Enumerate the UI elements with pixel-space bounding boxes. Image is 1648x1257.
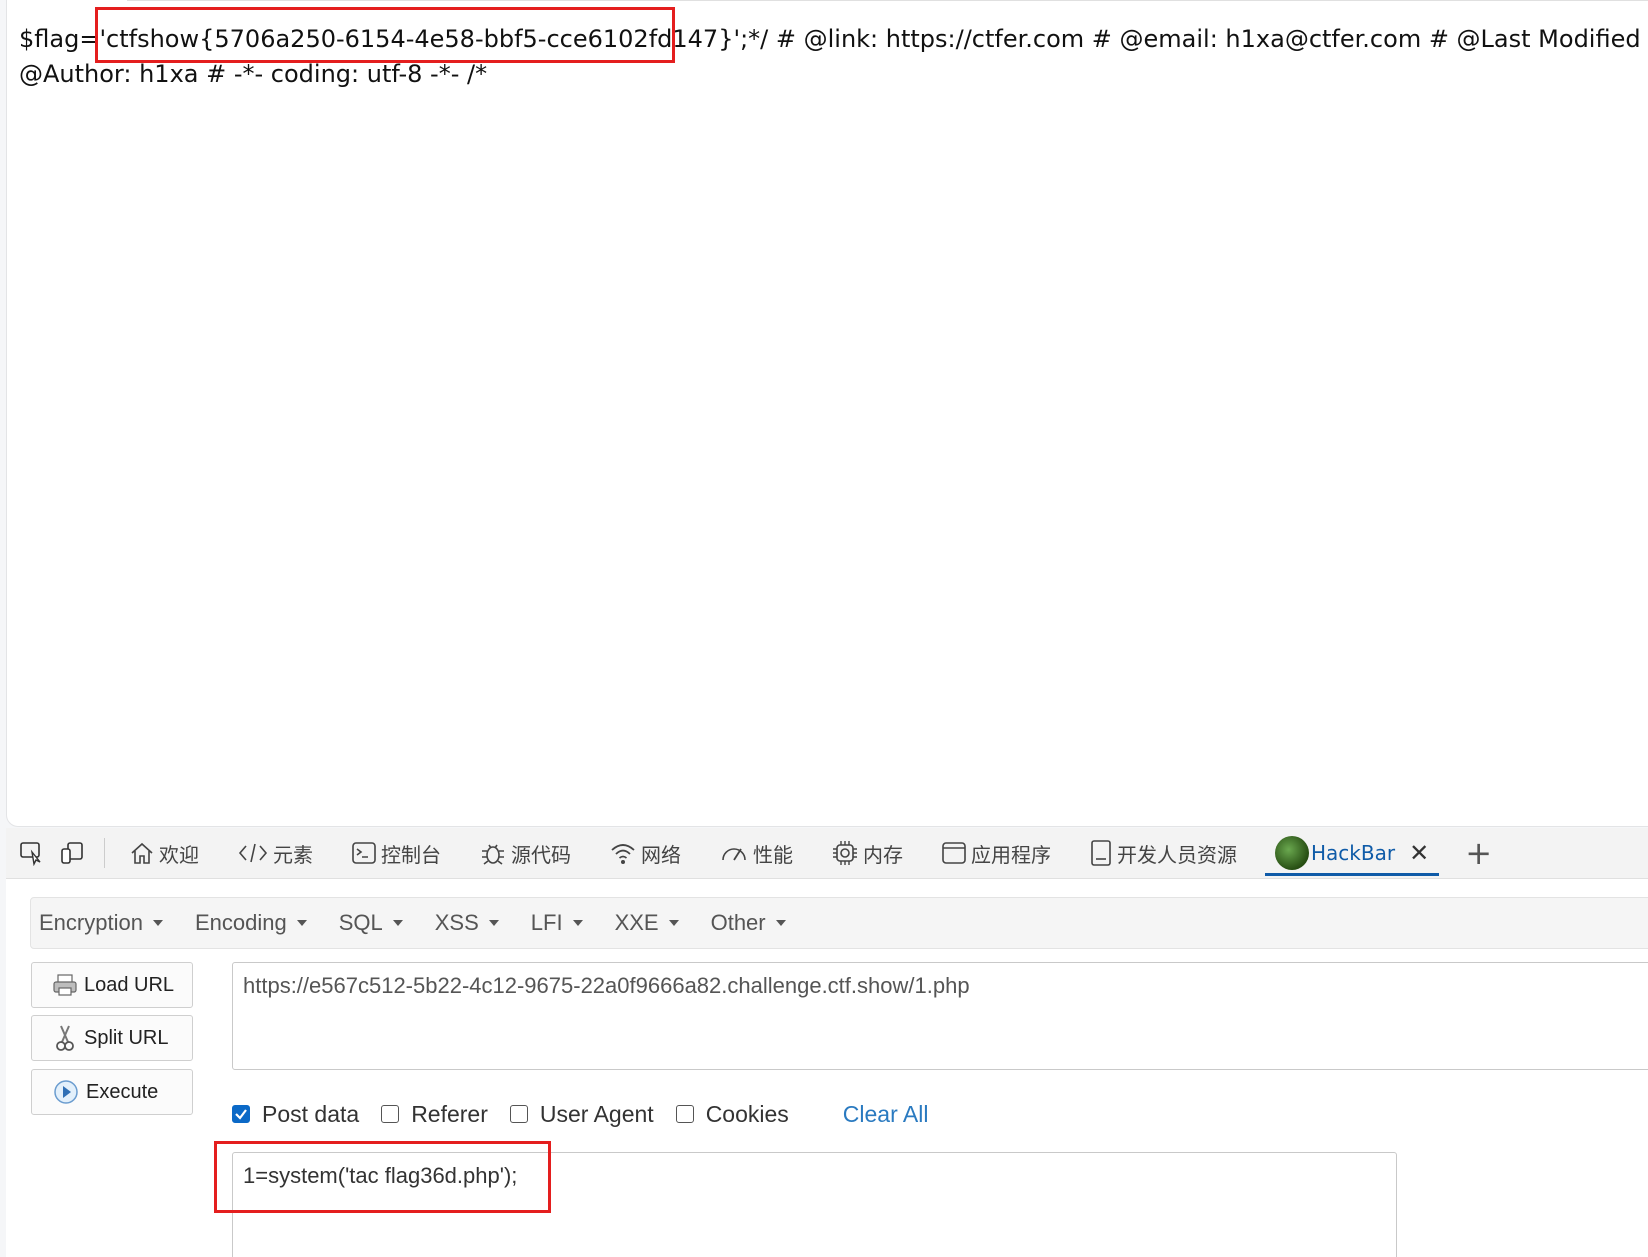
tab-label: 元素 (273, 842, 313, 867)
options-row: Post data Referer User Agent Cookies Cle… (232, 1097, 928, 1131)
tab-label: 源代码 (511, 842, 571, 867)
execute-label: Execute (86, 1080, 159, 1103)
printer-icon (52, 973, 78, 997)
hackbar-logo-icon (1275, 836, 1309, 870)
menu-xss[interactable]: XSS (435, 910, 499, 936)
load-url-label: Load URL (84, 973, 175, 996)
tab-label: 欢迎 (159, 842, 199, 867)
comment-suffix: ;*/ # @link: https://ctfer.com # @email:… (740, 25, 1648, 53)
tabbar-separator (104, 838, 105, 868)
tab-label: 控制台 (381, 842, 441, 867)
tab-application[interactable]: 应用程序 (931, 828, 1061, 878)
bug-icon (482, 844, 504, 865)
wifi-icon (611, 844, 635, 864)
chip-icon (833, 841, 857, 865)
load-url-button[interactable]: Load URL (31, 962, 193, 1008)
hackbar-menubar: Encryption Encoding SQL XSS LFI XXE Othe… (30, 897, 1648, 949)
tab-label: 内存 (863, 842, 903, 867)
menu-label: Encoding (194, 910, 287, 935)
caret-down-icon (572, 920, 583, 926)
tab-label: 应用程序 (971, 842, 1051, 867)
post-data-label: Post data (262, 1100, 360, 1127)
user-agent-option[interactable]: User Agent (509, 1100, 654, 1128)
url-input[interactable]: https://e567c512-5b22-4c12-9675-22a0f966… (232, 962, 1648, 1070)
menu-lfi[interactable]: LFI (531, 910, 583, 936)
device-emulation-icon[interactable] (58, 839, 86, 867)
tab-welcome[interactable]: 欢迎 (119, 828, 209, 878)
cookies-label: Cookies (705, 1100, 789, 1127)
split-url-label: Split URL (84, 1026, 169, 1049)
post-data-option[interactable]: Post data (232, 1101, 359, 1128)
split-url-button[interactable]: Split URL (31, 1015, 193, 1061)
flag-highlight-box (95, 7, 675, 63)
gauge-icon (722, 848, 746, 861)
menu-encryption[interactable]: Encryption (39, 910, 163, 936)
tab-developer-resources[interactable]: 开发人员资源 (1079, 828, 1247, 878)
window-icon (942, 842, 966, 864)
tab-performance[interactable]: 性能 (709, 828, 803, 878)
caret-down-icon (296, 920, 307, 926)
menu-label: XXE (614, 910, 659, 935)
caret-down-icon (392, 920, 403, 926)
tab-sources[interactable]: 源代码 (469, 828, 581, 878)
menu-label: Encryption (39, 910, 143, 935)
menu-other[interactable]: Other (711, 910, 786, 936)
devtools-panel: 欢迎 元素 控制台 源代码 网络 性能 内存 应用程序 开发人员资源 HackB… (6, 828, 1648, 1257)
tab-label: 性能 (753, 842, 793, 867)
menu-label: XSS (434, 910, 479, 935)
flag-var-prefix: $flag= (19, 25, 100, 53)
referer-option[interactable]: Referer (381, 1101, 488, 1128)
post-data-highlight-box (214, 1141, 551, 1213)
document-icon (1091, 840, 1111, 866)
inspect-element-icon[interactable] (18, 839, 46, 867)
tab-memory[interactable]: 内存 (821, 828, 913, 878)
tab-label: 开发人员资源 (1117, 842, 1237, 867)
user-agent-label: User Agent (539, 1100, 654, 1127)
caret-down-icon (668, 920, 679, 926)
referer-label: Referer (411, 1100, 488, 1127)
tab-label: 网络 (641, 842, 681, 867)
viewport-top-border (127, 0, 1648, 5)
menu-label: LFI (530, 910, 563, 935)
user-agent-checkbox[interactable] (509, 1105, 528, 1123)
close-tab-icon[interactable]: ✕ (1409, 839, 1429, 867)
tab-console[interactable]: 控制台 (341, 828, 451, 878)
menu-label: Other (710, 910, 766, 935)
devtools-tabbar: 欢迎 元素 控制台 源代码 网络 性能 内存 应用程序 开发人员资源 HackB… (6, 828, 1648, 879)
tab-label: HackBar (1311, 841, 1396, 865)
hackbar-panel: Encryption Encoding SQL XSS LFI XXE Othe… (6, 879, 1648, 1257)
page-viewport: $flag='ctfshow{5706a250-6154-4e58-bbf5-c… (6, 0, 1648, 827)
caret-down-icon (152, 920, 163, 926)
post-data-checkbox[interactable] (232, 1105, 250, 1123)
menu-xxe[interactable]: XXE (615, 910, 679, 936)
cookies-checkbox[interactable] (675, 1105, 694, 1123)
menu-sql[interactable]: SQL (339, 910, 403, 936)
tab-network[interactable]: 网络 (599, 828, 691, 878)
code-icon (238, 843, 268, 863)
tab-hackbar[interactable]: HackBar ✕ (1265, 828, 1440, 878)
menu-encoding[interactable]: Encoding (195, 910, 307, 936)
cookies-option[interactable]: Cookies (675, 1100, 789, 1128)
home-icon (131, 842, 153, 864)
clear-all-link[interactable]: Clear All (843, 1101, 929, 1128)
tab-elements[interactable]: 元素 (227, 828, 323, 878)
referer-checkbox[interactable] (381, 1105, 400, 1123)
scissors-icon (52, 1024, 78, 1052)
play-icon (52, 1078, 80, 1106)
browser-window: $flag='ctfshow{5706a250-6154-4e58-bbf5-c… (0, 0, 1648, 1257)
menu-label: SQL (338, 910, 383, 935)
console-icon (352, 842, 376, 864)
caret-down-icon (488, 920, 499, 926)
caret-down-icon (775, 920, 786, 926)
execute-button[interactable]: Execute (31, 1069, 193, 1115)
add-tab-icon[interactable]: + (1465, 834, 1492, 872)
